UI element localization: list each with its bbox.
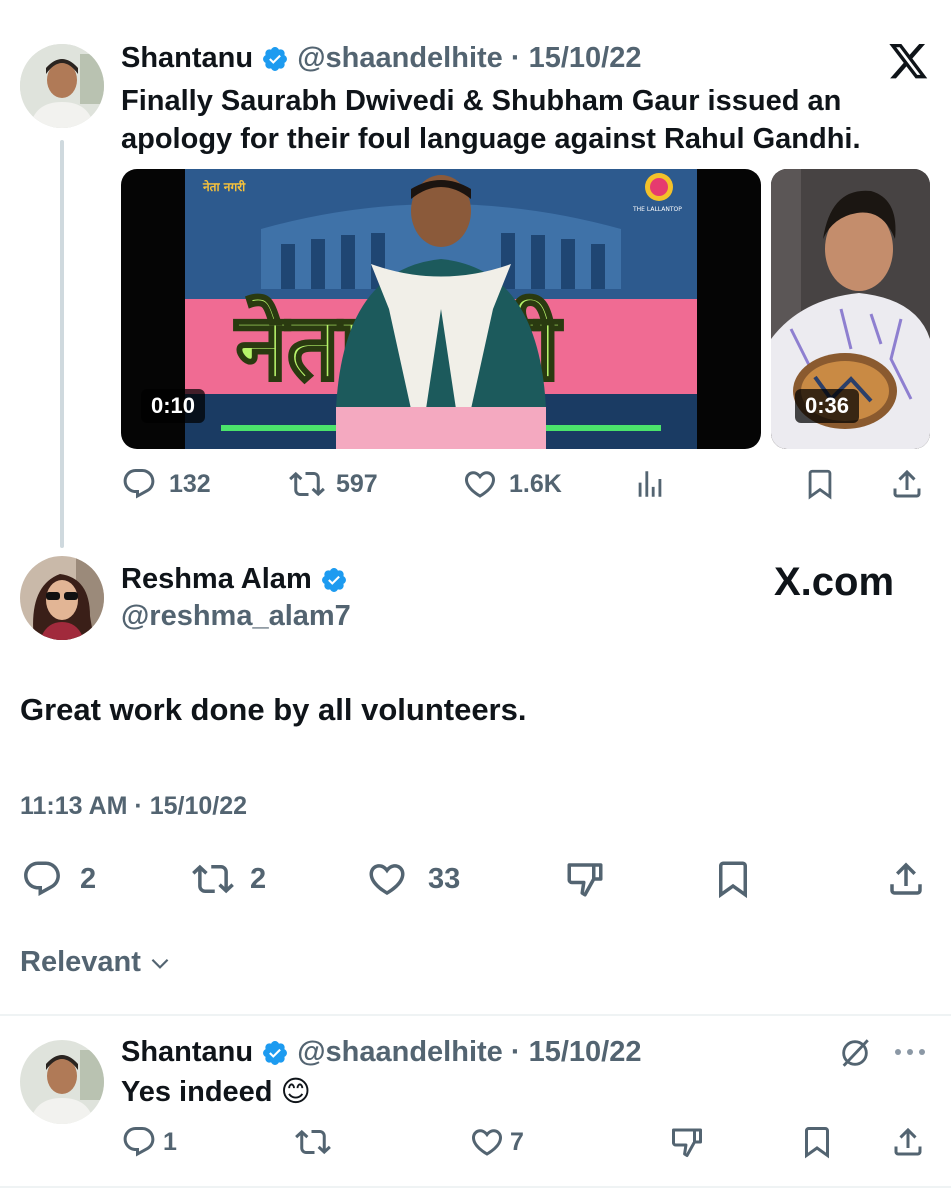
reply-count: 2 (80, 862, 97, 895)
author-name[interactable]: Shantanu (121, 42, 253, 74)
video-thumbnail[interactable]: नेता नगरी नेता नगरी THE LALLANTOP 0:10 (121, 169, 761, 449)
repost-count: 597 (336, 469, 378, 498)
divider (0, 1186, 951, 1188)
bookmark-button[interactable] (712, 858, 754, 900)
reply-button[interactable]: 1 (121, 1124, 177, 1160)
reply-icon (123, 469, 155, 499)
like-count: 7 (510, 1127, 524, 1156)
more-options-icon[interactable] (892, 1040, 928, 1069)
like-count: 1.6K (509, 469, 562, 498)
video-frame: नेता नगरी नेता नगरी THE LALLANTOP (185, 169, 697, 449)
views-button[interactable] (633, 466, 667, 502)
divider (0, 1014, 951, 1016)
author-handle[interactable]: @reshma_alam7 (121, 600, 351, 633)
share-button[interactable] (889, 1124, 927, 1160)
verified-badge-icon (263, 1041, 288, 1066)
avatar-photo (20, 556, 104, 640)
avatar-photo (20, 1040, 104, 1124)
tweet-text-line: apology for their foul language against … (121, 123, 861, 155)
bookmark-button[interactable] (799, 1124, 835, 1160)
repost-icon (289, 471, 325, 497)
video-duration: 0:10 (141, 389, 206, 423)
sort-dropdown[interactable]: Relevant (20, 946, 173, 979)
verified-badge-icon (263, 47, 288, 72)
reply-icon (24, 861, 60, 896)
share-icon (890, 862, 922, 895)
author-name[interactable]: Shantanu (121, 1036, 253, 1068)
main-tweet-text: Great work done by all volunteers. (20, 692, 527, 727)
smile-emoji-icon: 😊 (280, 1076, 311, 1108)
tweet-timestamp[interactable]: 11:13 AM · 15/10/22 (20, 792, 247, 821)
repost-count: 2 (250, 862, 267, 895)
show-logo-text: नेता नगरी (202, 180, 246, 194)
avatar-photo (20, 44, 104, 128)
separator-dot: · (510, 1036, 521, 1068)
video-thumbnail[interactable]: 0:36 (771, 169, 930, 449)
repost-button[interactable]: 597 (288, 466, 378, 502)
repost-button[interactable]: 2 (190, 858, 266, 900)
reply-count: 1 (163, 1127, 177, 1156)
quoted-tweet-text: Finally Saurabh Dwivedi & Shubham Gaur i… (121, 82, 921, 158)
like-button[interactable]: 33 (364, 858, 460, 900)
thumbs-down-icon (672, 1128, 702, 1157)
grok-icon[interactable] (838, 1036, 872, 1075)
tweet-date[interactable]: 15/10/22 (529, 42, 642, 74)
like-button[interactable]: 1.6K (461, 466, 562, 502)
sort-label: Relevant (20, 946, 141, 978)
heart-icon (369, 864, 405, 896)
share-icon (894, 1127, 922, 1156)
reply-text: Yes indeed 😊 (121, 1074, 311, 1109)
bookmark-icon (719, 861, 747, 899)
bookmark-icon (808, 469, 832, 500)
avatar[interactable] (20, 44, 104, 128)
downvote-button[interactable] (668, 1124, 706, 1160)
tweet-date[interactable]: 15/10/22 (529, 1036, 642, 1068)
share-button[interactable] (884, 858, 928, 900)
quoted-header: Shantanu @shaandelhite · 15/10/22 (121, 42, 642, 75)
share-icon (893, 469, 921, 498)
repost-button[interactable] (294, 1124, 332, 1160)
reply-button[interactable]: 2 (20, 858, 96, 900)
main-author-row: Reshma Alam (121, 563, 348, 596)
like-button[interactable]: 7 (468, 1124, 524, 1160)
author-handle[interactable]: @shaandelhite (297, 42, 503, 74)
repost-icon (295, 1129, 331, 1155)
reply-icon (123, 1127, 155, 1157)
author-name[interactable]: Reshma Alam (121, 563, 312, 595)
reply-button[interactable]: 132 (121, 466, 211, 502)
verified-badge-icon (321, 568, 346, 593)
reply-text-content: Yes indeed (121, 1076, 273, 1108)
channel-text: THE LALLANTOP (632, 206, 682, 213)
thread-line (60, 140, 64, 548)
x-logo-icon[interactable] (889, 44, 929, 85)
author-handle[interactable]: @shaandelhite (297, 1036, 503, 1068)
video-duration: 0:36 (795, 389, 860, 423)
bookmark-button[interactable] (803, 466, 837, 502)
heart-icon (471, 1129, 503, 1156)
separator-dot: · (134, 792, 143, 820)
tweet-text-line: Finally Saurabh Dwivedi & Shubham Gaur i… (121, 85, 842, 117)
bookmark-icon (805, 1127, 829, 1159)
watermark: X.com (774, 560, 895, 604)
tweet-date: 15/10/22 (149, 792, 248, 820)
heart-icon (464, 471, 496, 498)
avatar[interactable] (20, 556, 104, 640)
like-count: 33 (428, 862, 461, 895)
downvote-button[interactable] (563, 858, 607, 900)
reply-header: Shantanu @shaandelhite · 15/10/22 (121, 1036, 642, 1069)
tweet-time: 11:13 AM (20, 792, 128, 820)
thumbs-down-icon (567, 863, 603, 897)
reply-count: 132 (169, 469, 211, 498)
avatar[interactable] (20, 1040, 104, 1124)
separator-dot: · (510, 42, 521, 74)
chevron-down-icon (151, 958, 169, 969)
views-icon (638, 471, 662, 497)
repost-icon (192, 864, 234, 894)
share-button[interactable] (889, 466, 925, 502)
